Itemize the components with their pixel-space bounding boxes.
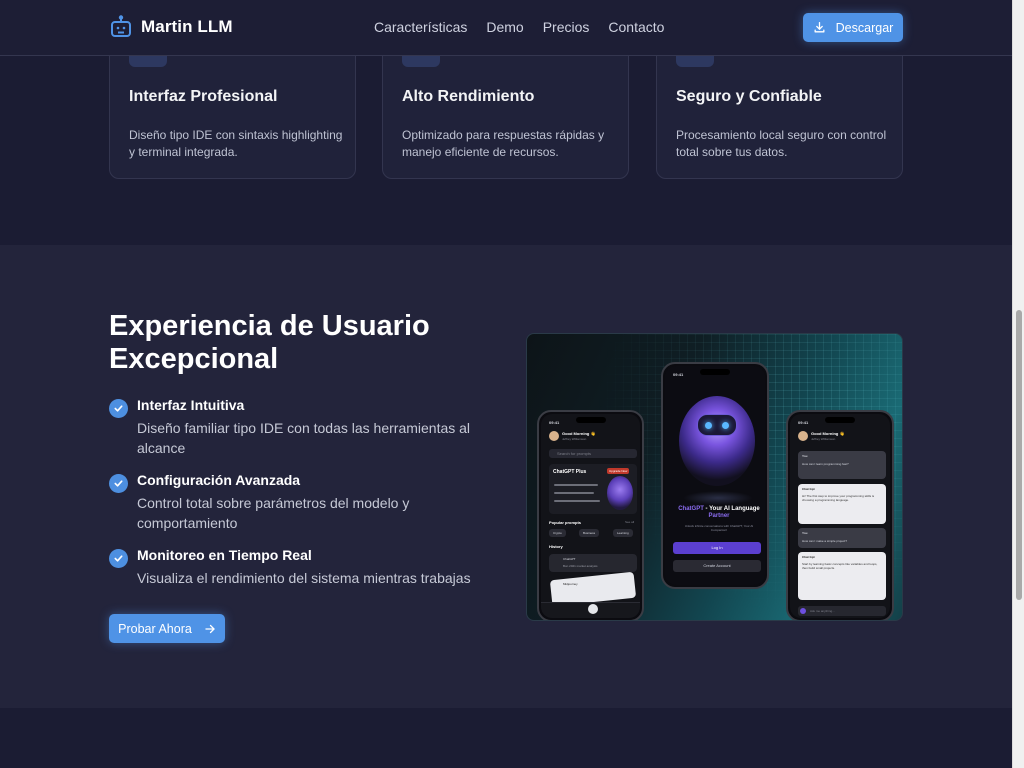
feature-desc: Diseño tipo IDE con sintaxis highlightin… xyxy=(129,128,343,159)
robot-image xyxy=(679,396,755,486)
sender-label: Chat Gpt xyxy=(802,555,815,559)
nav-link-precios[interactable]: Precios xyxy=(543,19,590,35)
avatar xyxy=(798,431,808,441)
phone-mockup-chat: 09:41 Good Morning 👋 Jeffrey Williamson … xyxy=(786,410,894,620)
upgrade-badge: Upgrade Now xyxy=(607,468,630,474)
download-icon xyxy=(814,21,825,33)
phone-mockup-home: 09:41 Good Morning 👋 Jeffrey Williamson … xyxy=(537,410,644,620)
next-section xyxy=(0,708,1012,768)
check-circle-icon xyxy=(109,549,128,568)
section-title: Experiencia de Usuario Excepcional xyxy=(109,310,430,375)
user-name: Jeffrey Williamson xyxy=(562,437,587,441)
item-desc: Diseño familiar tipo IDE con todas las h… xyxy=(137,420,471,456)
subtitle: Unlock infinite conversations with ChatG… xyxy=(684,524,754,532)
sender-label: You xyxy=(802,454,808,458)
feature-title: Interfaz Profesional xyxy=(129,88,278,105)
item-desc: Visualiza el rendimiento del sistema mie… xyxy=(137,570,471,586)
feature-desc: Optimizado para respuestas rápidas y man… xyxy=(402,128,605,159)
chat-message: Hi! The first step to improve your progr… xyxy=(802,494,875,502)
app-showcase-image: 09:41 Good Morning 👋 Jeffrey Williamson … xyxy=(526,333,903,621)
scrollbar-thumb[interactable] xyxy=(1016,310,1022,600)
plus-title: ChatGPT Plus xyxy=(553,469,587,475)
robot-image xyxy=(607,476,633,510)
page-scrollbar[interactable] xyxy=(1012,0,1024,768)
nav-link-contacto[interactable]: Contacto xyxy=(608,19,664,35)
try-now-label: Probar Ahora xyxy=(118,621,192,636)
history-item: Bon 2021 market analysis xyxy=(563,564,598,568)
popular-label: Popular prompts xyxy=(549,520,582,525)
nav-link-demo[interactable]: Demo xyxy=(486,19,523,35)
arrow-right-icon xyxy=(205,624,215,633)
chip: Crypto xyxy=(549,529,566,537)
history-item: ChatGPT xyxy=(563,557,576,561)
chat-message: How can I make a simple project? xyxy=(802,539,848,543)
brand-name: Martin LLM xyxy=(141,17,233,36)
phone-time: 09:41 xyxy=(549,420,560,425)
phone-time: 09:41 xyxy=(798,420,809,425)
search-placeholder: Search for prompts xyxy=(557,451,592,456)
history-item: Midjourney xyxy=(563,582,578,586)
nav-links: Características Demo Precios Contacto xyxy=(374,19,664,35)
create-account-button[interactable]: Create Account xyxy=(673,560,761,572)
download-label: Descargar xyxy=(835,20,894,35)
item-title: Monitoreo en Tiempo Real xyxy=(137,547,312,563)
experience-section: Experiencia de Usuario Excepcional Inter… xyxy=(0,245,1012,708)
chat-message: Start by learning basic concepts like va… xyxy=(802,562,878,570)
login-button[interactable]: Log In xyxy=(673,542,761,554)
item-title: Configuración Avanzada xyxy=(137,472,301,488)
feature-card-security: Seguro y Confiable Procesamiento local s… xyxy=(656,36,903,179)
chat-message: How can I learn programming fast? xyxy=(802,462,849,466)
feature-card-performance: Alto Rendimiento Optimizado para respues… xyxy=(382,36,629,179)
greeting-text: Good Morning 👋 xyxy=(562,431,596,436)
navbar: Martin LLM Características Demo Precios … xyxy=(0,0,1012,56)
brand-logo-link[interactable]: Martin LLM xyxy=(109,15,233,39)
chip: Learning xyxy=(613,529,633,537)
greeting-text: Good Morning 👋 xyxy=(811,431,845,436)
nav-link-caracteristicas[interactable]: Características xyxy=(374,19,467,35)
item-title: Interfaz Intuitiva xyxy=(137,397,245,413)
chat-input-placeholder: Ask me anything... xyxy=(810,609,835,613)
user-name: Jeffrey Williamson xyxy=(811,437,836,441)
sender-label: You xyxy=(802,531,808,535)
avatar xyxy=(549,431,559,441)
see-all-link: See all xyxy=(625,520,635,524)
robot-icon xyxy=(111,15,131,37)
download-button[interactable]: Descargar xyxy=(803,13,903,42)
check-circle-icon xyxy=(109,474,128,493)
phone-mockup-welcome: 09:41 ChatGPT - Your AI Language Partner… xyxy=(661,362,769,589)
feature-title: Seguro y Confiable xyxy=(676,88,822,105)
sender-label: Chat Gpt xyxy=(802,487,815,491)
feature-title: Alto Rendimiento xyxy=(402,88,535,105)
phone-time: 09:41 xyxy=(673,372,684,377)
check-circle-icon xyxy=(109,399,128,418)
item-desc: Control total sobre parámetros del model… xyxy=(137,495,410,531)
history-label: History xyxy=(549,544,563,549)
chip: Business xyxy=(579,529,600,537)
try-now-button[interactable]: Probar Ahora xyxy=(109,614,225,643)
headline: ChatGPT - Your AI Language Partner xyxy=(678,506,760,519)
feature-desc: Procesamiento local seguro con control t… xyxy=(676,128,887,159)
feature-card-interface: Interfaz Profesional Diseño tipo IDE con… xyxy=(109,36,356,179)
